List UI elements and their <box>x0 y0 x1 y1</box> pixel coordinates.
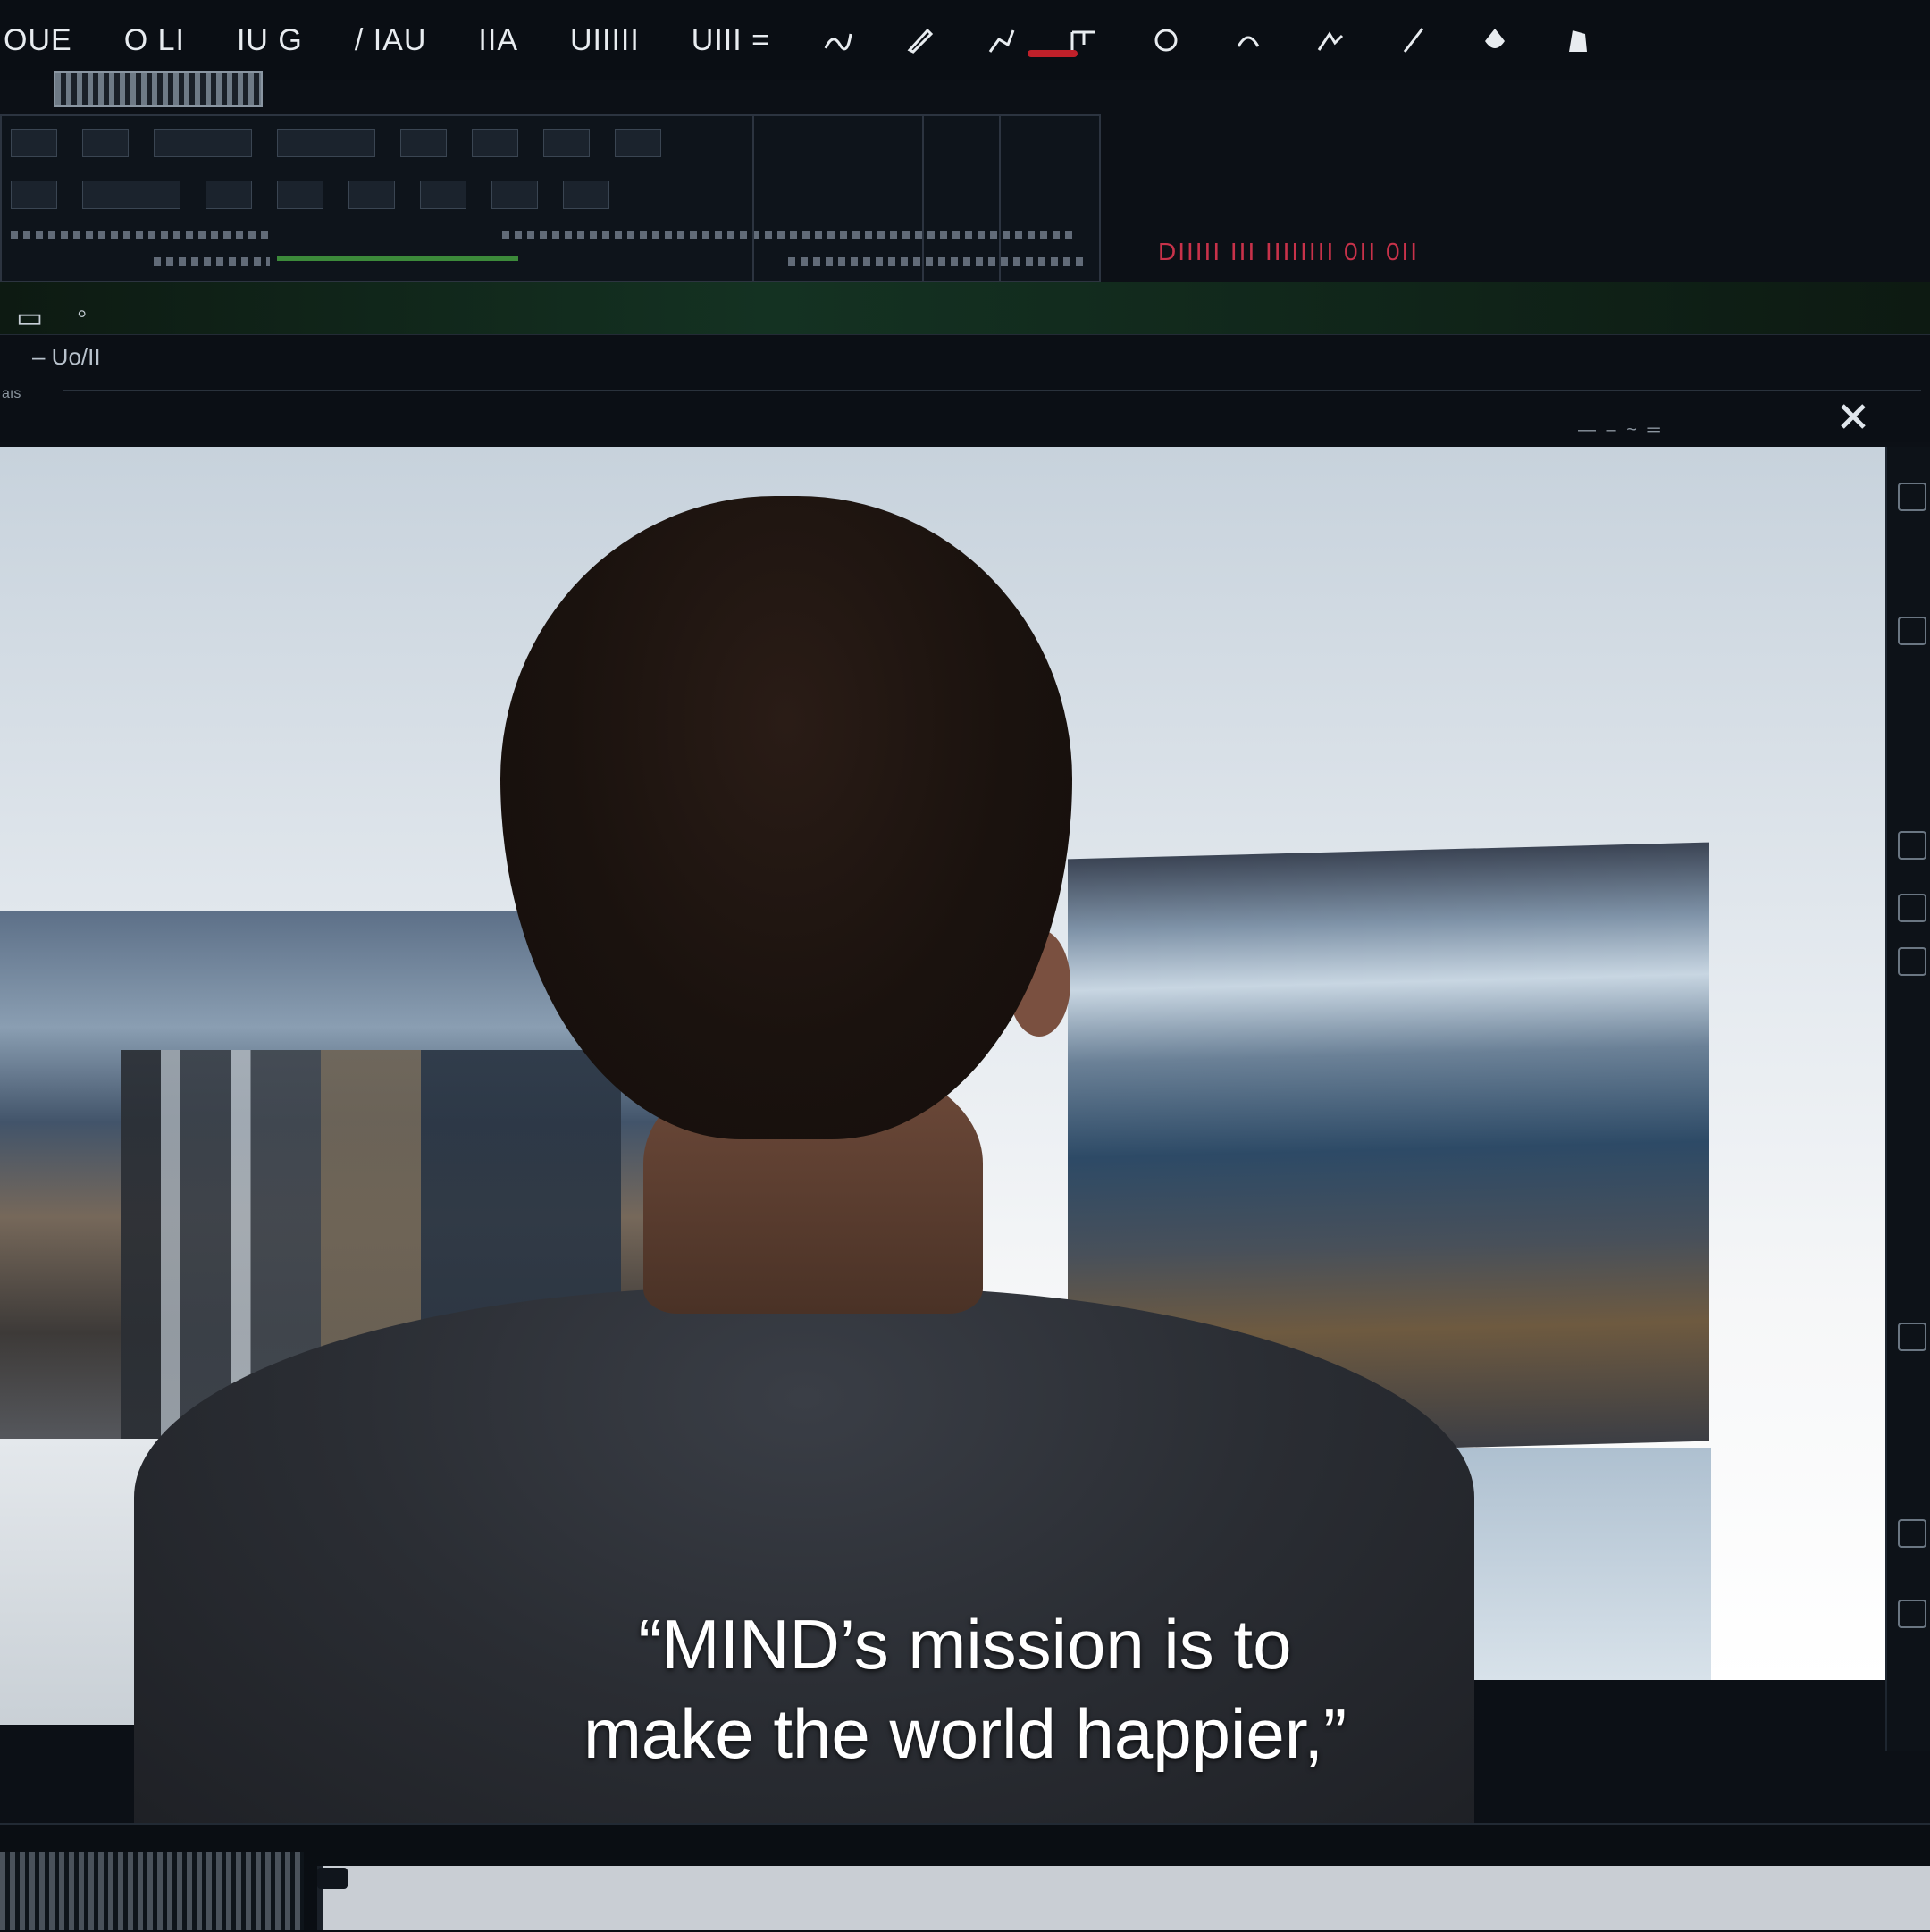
ribbon-divider <box>752 116 754 281</box>
select-icon[interactable] <box>1315 25 1346 55</box>
bottom-track-area[interactable] <box>317 1866 1930 1930</box>
menu-item-5[interactable]: IIA <box>478 23 518 58</box>
ribbon-button[interactable] <box>563 181 609 209</box>
ribbon-button[interactable] <box>472 129 518 157</box>
subtitle-line-1: “MIND’s mission is to <box>638 1605 1292 1684</box>
ribbon-caption <box>788 257 1083 266</box>
bottom-status-strip <box>0 1852 304 1930</box>
ribbon-caption <box>11 231 270 239</box>
menu-bar: OUE O LI IU G / IAU IIA UIIIII UIII = <box>0 0 1930 80</box>
search-icon[interactable]: ◦ <box>77 297 87 330</box>
zoom-readout: — – ~ ═ <box>1578 420 1663 440</box>
edit-icon[interactable] <box>822 25 852 55</box>
ribbon-row-top <box>11 129 661 157</box>
ribbon-button[interactable] <box>11 129 57 157</box>
ribbon-divider <box>999 116 1001 281</box>
status-text: DIIIII III IIIIIIII 0II 0II <box>1158 238 1420 265</box>
ribbon-button[interactable] <box>206 181 252 209</box>
menu-item-2[interactable]: O LI <box>124 23 185 58</box>
menu-item-3[interactable]: IU G <box>237 23 303 58</box>
ribbon-button[interactable] <box>154 129 252 157</box>
transform-icon[interactable] <box>1151 25 1181 55</box>
ribbon-caption <box>154 257 270 266</box>
ribbon-row-bottom <box>11 181 609 209</box>
timeline-band <box>0 282 1930 334</box>
right-tool-rail <box>1885 447 1930 1751</box>
ribbon-button[interactable] <box>277 129 375 157</box>
active-menu-indicator <box>1028 50 1078 57</box>
rail-button[interactable] <box>1898 617 1926 645</box>
ruler-line <box>63 390 1921 391</box>
pen-icon[interactable] <box>904 25 935 55</box>
ribbon-button[interactable] <box>400 129 447 157</box>
lock-icon[interactable] <box>1562 25 1592 55</box>
menu-item-4[interactable]: / IAU <box>355 23 427 58</box>
layer-label: – Uo/II <box>32 343 101 370</box>
brush-icon[interactable] <box>986 25 1017 55</box>
rail-button[interactable] <box>1898 947 1926 976</box>
ribbon-button[interactable] <box>420 181 466 209</box>
track-handle[interactable] <box>317 1868 348 1889</box>
ribbon-button[interactable] <box>82 181 180 209</box>
subtitle-line-2: make the world happier,” <box>583 1694 1347 1773</box>
shape-icon[interactable] <box>1233 25 1263 55</box>
rail-button[interactable] <box>1898 1323 1926 1351</box>
rail-button[interactable] <box>1898 894 1926 922</box>
ribbon-button[interactable] <box>277 181 323 209</box>
ribbon-toolbar <box>0 114 1101 282</box>
ribbon-button[interactable] <box>82 129 129 157</box>
ribbon-divider <box>922 116 924 281</box>
menu-item-1[interactable]: OUE <box>4 23 72 58</box>
ruler-label: aıs <box>2 386 21 401</box>
ribbon-button[interactable] <box>615 129 661 157</box>
folder-icon[interactable]: ▭ <box>16 300 43 334</box>
document-tab[interactable] <box>54 71 263 107</box>
ribbon-button[interactable] <box>348 181 395 209</box>
video-subtitle: “MIND’s mission is to make the world hap… <box>0 1600 1930 1778</box>
person-head <box>500 496 1072 1139</box>
close-icon[interactable] <box>1835 399 1871 434</box>
ribbon-button[interactable] <box>11 181 57 209</box>
ribbon-caption <box>502 231 1074 239</box>
timeline-progress <box>277 256 518 261</box>
menu-item-7[interactable]: UIII = <box>692 23 770 58</box>
rail-button[interactable] <box>1898 831 1926 860</box>
ribbon-button[interactable] <box>491 181 538 209</box>
picker-icon[interactable] <box>1397 25 1428 55</box>
rail-button[interactable] <box>1898 483 1926 511</box>
menu-item-6[interactable]: UIIIII <box>570 23 640 58</box>
rail-button[interactable] <box>1898 1519 1926 1548</box>
fill-icon[interactable] <box>1480 25 1510 55</box>
ribbon-button[interactable] <box>543 129 590 157</box>
